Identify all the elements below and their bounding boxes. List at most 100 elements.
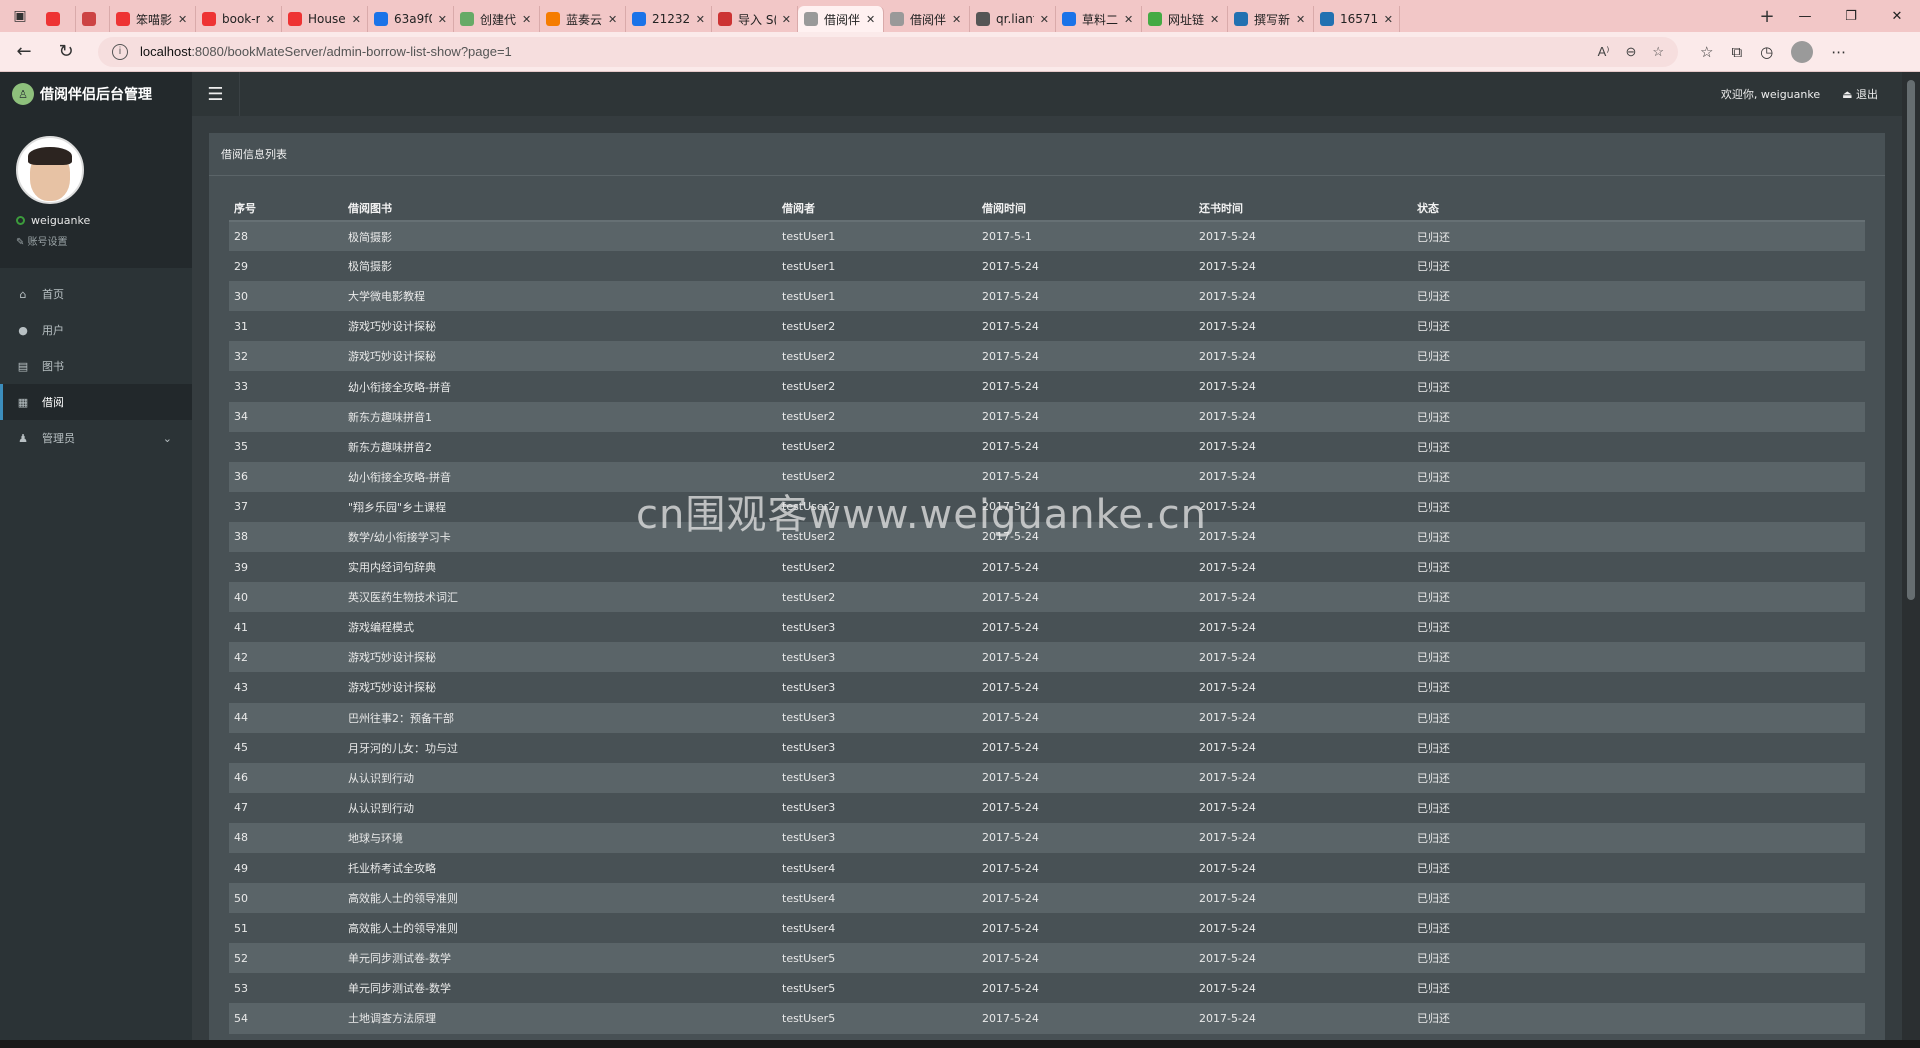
- browser-tab[interactable]: 借阅伴 ✕: [884, 6, 970, 32]
- sidebar-item[interactable]: ● 用户: [0, 312, 192, 348]
- url-field[interactable]: i localhost :8080/bookMateServer/admin-b…: [98, 36, 1678, 67]
- page-scrollbar[interactable]: [1902, 72, 1920, 1048]
- minimize-icon[interactable]: —: [1782, 0, 1828, 32]
- table-cell: 新东方趣味拼音1: [348, 410, 432, 424]
- table-row: 37 "翔乡乐园"乡土课程 testUser2 2017-5-24 2017-5-24 已…: [229, 491, 1865, 522]
- history-icon[interactable]: ◷: [1760, 43, 1773, 61]
- tab-close-icon[interactable]: ✕: [266, 13, 275, 26]
- tab-close-icon[interactable]: ✕: [438, 13, 447, 26]
- username-label: weiguanke: [31, 214, 91, 227]
- browser-tab[interactable]: HouseF ✕: [282, 6, 368, 32]
- browser-tab[interactable]: 蓝奏云 ✕: [540, 6, 626, 32]
- sidebar-item[interactable]: ▤ 图书: [0, 348, 192, 384]
- table-cell: 2017-5-1: [982, 230, 1032, 244]
- table-cell: 极简摄影: [348, 260, 392, 274]
- browser-tab[interactable]: [40, 6, 76, 32]
- browser-tab[interactable]: 撰写新 ✕: [1228, 6, 1314, 32]
- table-cell: 实用内经词句辞典: [348, 561, 436, 575]
- site-info-icon[interactable]: i: [112, 43, 128, 60]
- account-settings-link[interactable]: ✎ 账号设置: [16, 233, 176, 248]
- menu-toggle-icon[interactable]: ☰: [192, 72, 240, 116]
- tab-favicon-icon: [288, 12, 302, 26]
- table-cell: testUser1: [782, 230, 836, 244]
- browser-tab[interactable]: 导入 S(✕: [712, 6, 798, 32]
- new-tab-button[interactable]: +: [1752, 6, 1782, 27]
- tab-close-icon[interactable]: ✕: [952, 13, 961, 26]
- browser-tab[interactable]: 网址链 ✕: [1142, 6, 1228, 32]
- tab-title: 借阅伴: [824, 12, 861, 27]
- main-content: 借阅信息列表 序号 借阅图书 借阅者 借阅时间 还书时间 状态 28 极简摄影 testUse…: [192, 116, 1902, 1048]
- reload-icon[interactable]: ↻: [48, 34, 84, 70]
- favorite-add-icon[interactable]: ☆: [1652, 44, 1664, 60]
- table-row: 45 月牙河的儿女：功与过 testUser3 2017-5-24 2017-5-24 已…: [229, 732, 1865, 763]
- read-aloud-icon[interactable]: A⁾: [1598, 44, 1610, 60]
- logout-link[interactable]: ⏏ 退出: [1842, 86, 1878, 102]
- table-cell: 39: [234, 560, 248, 574]
- browser-tab[interactable]: 笨喵影 ✕: [110, 6, 196, 32]
- table-cell: 45: [234, 741, 248, 755]
- table-cell: 2017-5-24: [982, 680, 1039, 694]
- table-cell: 34: [234, 410, 248, 424]
- zoom-icon[interactable]: ⊖: [1625, 44, 1636, 60]
- table-cell: 幼小衔接全攻略-拼音: [348, 380, 451, 394]
- scrollbar-thumb[interactable]: [1907, 80, 1915, 600]
- panel-title: 借阅信息列表: [209, 133, 1885, 176]
- welcome-text: 欢迎你, weiguanke: [1720, 88, 1821, 101]
- close-window-icon[interactable]: ✕: [1874, 0, 1920, 32]
- top-header: ☰ 欢迎你, weiguanke ⏏ 退出: [192, 72, 1902, 116]
- favorites-icon[interactable]: ☆: [1700, 43, 1713, 61]
- table-cell: 已归还: [1417, 410, 1450, 424]
- browser-tab[interactable]: book-r ✕: [196, 6, 282, 32]
- table-cell: testUser2: [782, 470, 836, 484]
- table-cell: 51: [234, 921, 248, 935]
- brand[interactable]: ♙ 借阅伴侣后台管理: [0, 72, 192, 116]
- table-cell: 已归还: [1417, 380, 1450, 394]
- table-cell: testUser1: [782, 289, 836, 303]
- browser-tab[interactable]: qr.liant ✕: [970, 6, 1056, 32]
- table-cell: 42: [234, 650, 248, 664]
- tab-close-icon[interactable]: ✕: [608, 13, 617, 26]
- browser-tab[interactable]: 63a9f0 ✕: [368, 6, 454, 32]
- tab-close-icon[interactable]: ✕: [1124, 13, 1133, 26]
- sidebar-item[interactable]: ▦ 借阅: [0, 384, 192, 420]
- browser-tab[interactable]: 165717 ✕: [1314, 6, 1400, 32]
- column-header: 借阅图书: [343, 195, 777, 222]
- tab-close-icon[interactable]: ✕: [1210, 13, 1219, 26]
- tab-close-icon[interactable]: ✕: [1296, 13, 1305, 26]
- table-row: 29 极简摄影 testUser1 2017-5-24 2017-5-24 已归还: [229, 251, 1865, 282]
- browser-tab[interactable]: [76, 6, 110, 32]
- table-cell: 2017-5-24: [1199, 711, 1256, 725]
- sidebar-item[interactable]: ⌂ 首页: [0, 276, 192, 312]
- tab-title: 笨喵影: [136, 12, 173, 27]
- table-cell: 2017-5-24: [982, 319, 1039, 333]
- table-cell: testUser3: [782, 831, 836, 845]
- tab-close-icon[interactable]: ✕: [782, 13, 791, 26]
- table-cell: 2017-5-24: [1199, 349, 1256, 363]
- browser-tab[interactable]: 草料二 ✕: [1056, 6, 1142, 32]
- browser-tab[interactable]: 21232f ✕: [626, 6, 712, 32]
- sidebar-item[interactable]: ♟ 管理员 ⌄: [0, 420, 192, 456]
- chevron-down-icon[interactable]: ⌄: [163, 432, 172, 445]
- profile-avatar[interactable]: [1791, 40, 1814, 63]
- tab-close-icon[interactable]: ✕: [352, 13, 361, 26]
- restore-icon[interactable]: ❐: [1828, 0, 1874, 32]
- back-icon[interactable]: ←: [6, 34, 42, 70]
- table-cell: 50: [234, 891, 248, 905]
- tab-close-icon[interactable]: ✕: [696, 13, 705, 26]
- tab-close-icon[interactable]: ✕: [1384, 13, 1393, 26]
- more-icon[interactable]: ⋯: [1831, 43, 1846, 61]
- tab-close-icon[interactable]: ✕: [866, 13, 875, 26]
- tab-favicon-icon: [46, 12, 60, 26]
- table-cell: 2017-5-24: [982, 801, 1039, 815]
- tab-close-icon[interactable]: ✕: [522, 13, 531, 26]
- table-row: 46 从认识到行动 testUser3 2017-5-24 2017-5-24 已归还: [229, 762, 1865, 793]
- tab-actions-icon[interactable]: ▣: [0, 0, 40, 32]
- browser-tab[interactable]: 借阅伴 ✕: [798, 6, 884, 32]
- collections-icon[interactable]: ⧉: [1731, 43, 1742, 61]
- url-path: :8080/bookMateServer/admin-borrow-list-s…: [191, 44, 512, 59]
- tab-close-icon[interactable]: ✕: [178, 13, 187, 26]
- tab-close-icon[interactable]: ✕: [1040, 13, 1049, 26]
- table-cell: 已归还: [1417, 922, 1450, 936]
- table-cell: 2017-5-24: [1199, 410, 1256, 424]
- browser-tab[interactable]: 创建代 ✕: [454, 6, 540, 32]
